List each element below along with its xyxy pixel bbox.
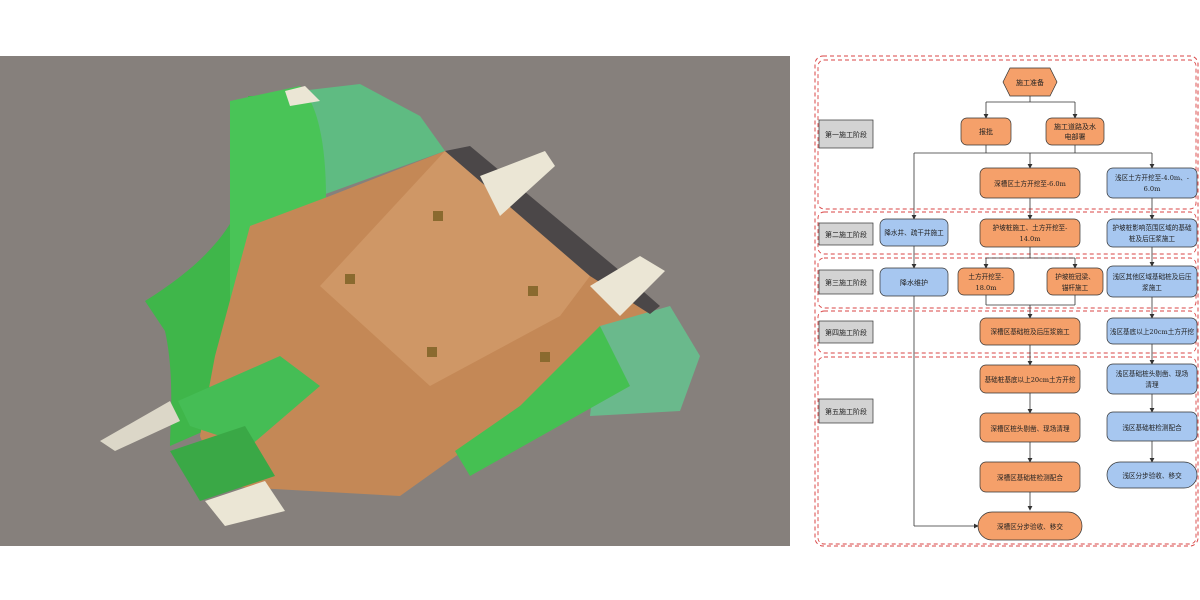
node-shallow-pile-heads-line2: 清理 [1145, 380, 1159, 389]
node-deep-excavate-20-label: 基础桩基底以上20cm土方开挖 [985, 375, 1076, 384]
node-shallow-excavate-line2: 6.0m [1144, 185, 1161, 193]
node-excavate-18-line2: 18.0m [976, 284, 998, 292]
node-slope-piles-line2: 14.0m [1020, 235, 1042, 243]
node-shallow-piles-line1: 护坡桩影响范围区域的基础 [1112, 223, 1192, 232]
construction-flowchart: 第一施工阶段 第二施工阶段 第三施工阶段 第四施工阶段 第五施工阶段 施工准备 … [814, 55, 1199, 547]
node-shallow-other-piles-line2: 浆施工 [1142, 283, 1162, 292]
node-roads-water-line1: 施工道路及水 [1054, 122, 1096, 131]
node-approval-label: 报批 [979, 127, 993, 136]
stage-label-1: 第一施工阶段 [825, 130, 867, 139]
node-excavate-18-line1: 土方开挖至- [968, 272, 1003, 281]
node-shallow-handover-label: 浅区分步验收、移交 [1122, 471, 1182, 480]
node-deep-testing-label: 深槽区基础桩检测配合 [997, 473, 1063, 482]
stage-label-2: 第二施工阶段 [825, 230, 867, 239]
node-shallow-excavate [1106, 167, 1198, 199]
node-shallow-other-piles [1106, 265, 1198, 298]
node-shallow-piles-line2: 桩及后压浆施工 [1129, 234, 1176, 243]
stage-label-5: 第五施工阶段 [825, 407, 867, 416]
node-slope-piles-line1: 护坡桩施工、土方开挖至- [993, 223, 1068, 232]
start-label: 施工准备 [1016, 78, 1044, 87]
node-shallow-pile-heads-line1: 浅区基础桩头剔凿、现场 [1116, 369, 1189, 378]
node-dewatering-label: 降水维护 [900, 278, 928, 287]
site-3d-render [0, 56, 790, 546]
node-shallow-other-piles-line1: 浅区其他区域基础桩及后压 [1112, 272, 1192, 281]
node-shallow-excavate-line1: 浅区土方开挖至-4.0m、- [1115, 173, 1189, 182]
node-shallow-testing-label: 浅区基础桩检测配合 [1122, 423, 1182, 432]
node-deep-excavate-6-label: 深槽区土方开挖至-6.0m [994, 179, 1066, 188]
node-dewatering-wells-label: 降水井、疏干井施工 [884, 228, 944, 237]
node-roads-water-line2: 电部署 [1065, 132, 1086, 141]
node-crown-beam-line2: 锚杆施工 [1062, 283, 1089, 292]
node-crown-beam-line1: 护坡桩冠梁、 [1055, 272, 1095, 281]
node-deep-handover-label: 深槽区分步验收、移交 [997, 522, 1063, 531]
stage-label-4: 第四施工阶段 [825, 328, 867, 337]
node-deep-piles-label: 深槽区基础桩及后压浆施工 [990, 327, 1070, 336]
stage-label-3: 第三施工阶段 [825, 278, 867, 287]
node-deep-pile-heads-label: 深槽区桩头剔凿、现场清理 [990, 424, 1070, 433]
node-shallow-excavate-20-label: 浅区基底以上20cm土方开挖 [1110, 327, 1195, 336]
node-shallow-pile-heads [1106, 363, 1198, 395]
